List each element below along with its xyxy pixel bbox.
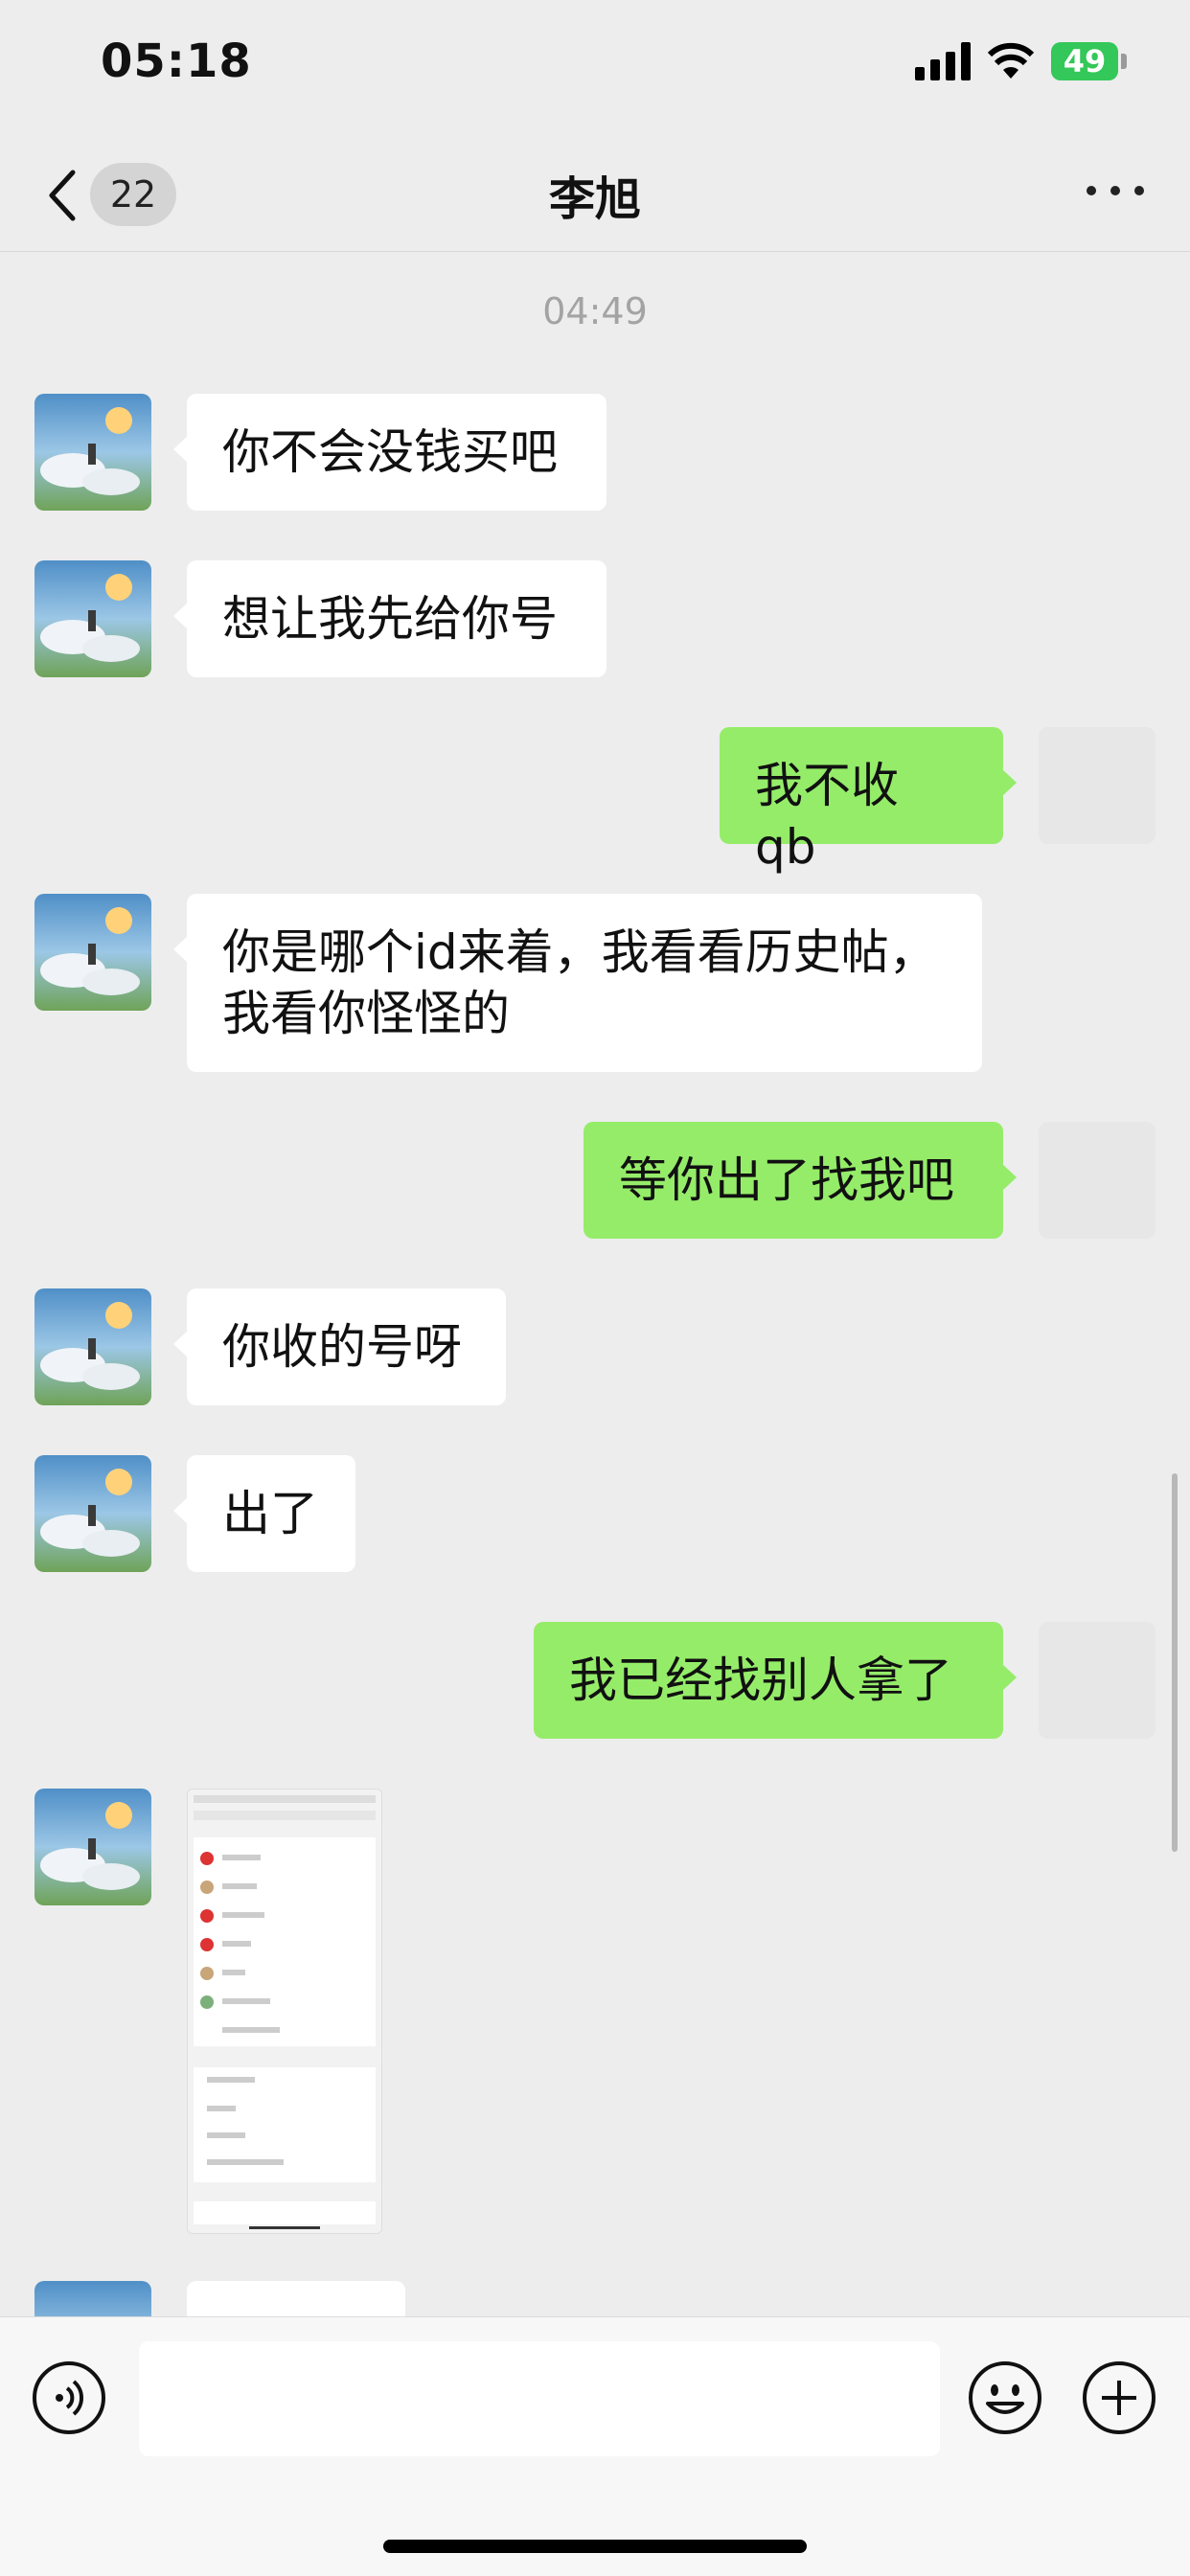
message-text-input[interactable]	[139, 2341, 940, 2456]
incoming-message-bubble[interactable]: 你是哪个id来着，我看看历史帖，我看你怪怪的	[173, 894, 982, 1072]
more-options-button[interactable]	[1087, 176, 1144, 205]
voice-input-icon[interactable]	[31, 2359, 107, 2436]
outgoing-message-bubble[interactable]: 我不收 qb	[720, 727, 1017, 875]
my-avatar[interactable]	[1039, 1122, 1156, 1239]
emoji-icon[interactable]	[967, 2359, 1043, 2436]
scrollbar-thumb[interactable]	[1172, 1473, 1178, 1852]
nav-bar: 22 李旭	[0, 134, 1190, 252]
contact-avatar[interactable]	[34, 1288, 151, 1405]
chat-title: 李旭	[548, 172, 641, 226]
wifi-icon	[987, 42, 1035, 79]
contact-avatar[interactable]	[34, 560, 151, 677]
outgoing-message-bubble[interactable]: 等你出了找我吧	[584, 1122, 1017, 1239]
image-message-thumbnail[interactable]	[187, 1789, 382, 2234]
contact-avatar[interactable]	[34, 1789, 151, 1905]
status-bar: 05:18 49	[0, 0, 1190, 134]
home-indicator	[383, 2540, 807, 2553]
incoming-message-bubble[interactable]: 想让我先给你号	[173, 560, 606, 677]
my-avatar[interactable]	[1039, 727, 1156, 844]
incoming-message-bubble[interactable]: 出了	[173, 1455, 355, 1572]
plus-icon[interactable]	[1081, 2359, 1157, 2436]
contact-avatar[interactable]	[34, 394, 151, 511]
message-input-bar	[0, 2316, 1190, 2576]
incoming-message-bubble-partial[interactable]	[187, 2281, 405, 2316]
incoming-message-bubble[interactable]: 你不会没钱买吧	[173, 394, 606, 511]
chat-message-list[interactable]: 04:49 你不会没钱买吧 想让我先给你号 我不收 qb 你是哪个id来着，我看…	[0, 252, 1190, 2316]
incoming-message-bubble[interactable]: 你收的号呀	[173, 1288, 506, 1405]
status-time: 05:18	[101, 34, 252, 88]
message-timestamp: 04:49	[542, 290, 648, 332]
my-avatar[interactable]	[1039, 1622, 1156, 1739]
contact-avatar[interactable]	[34, 2281, 151, 2316]
battery-tip	[1121, 54, 1127, 69]
contact-avatar[interactable]	[34, 894, 151, 1011]
outgoing-message-bubble[interactable]: 我已经找别人拿了	[534, 1622, 1017, 1739]
cellular-signal-icon	[915, 42, 971, 80]
battery-indicator: 49	[1051, 42, 1118, 80]
contact-avatar[interactable]	[34, 1455, 151, 1572]
